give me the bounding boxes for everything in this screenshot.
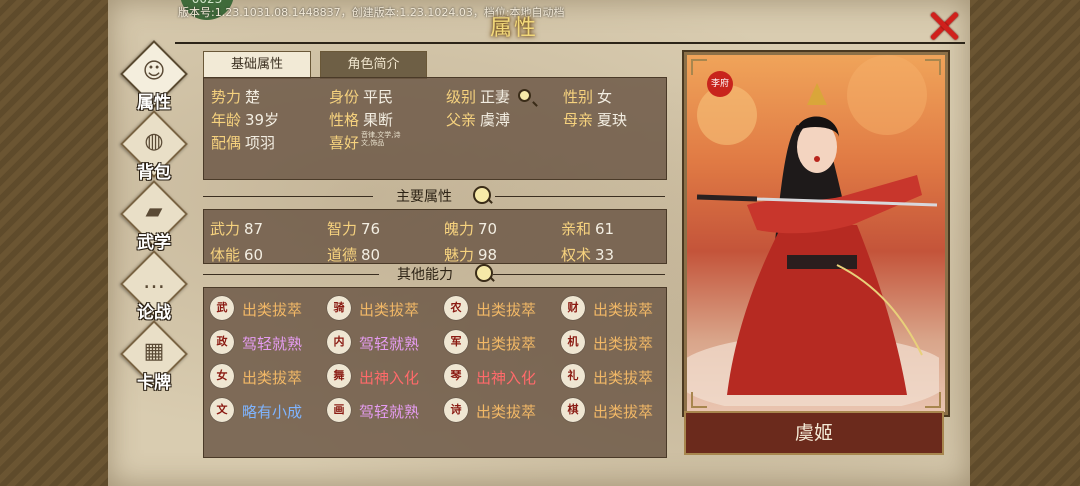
nav-attributes[interactable]: ☺ 属性 (118, 40, 190, 114)
attr-morality: 道德 80 (327, 246, 381, 264)
father-field: 父亲 虞溥 (446, 111, 511, 129)
ability-seal-icon: 财 (561, 296, 585, 320)
attr-intelligence: 智力 76 (327, 220, 381, 238)
other-abilities-search-icon[interactable] (475, 264, 493, 282)
ability-item: 内驾轻就熟 (327, 330, 442, 356)
ability-item: 军出类拔萃 (444, 330, 559, 356)
ability-item: 画驾轻就熟 (327, 398, 442, 424)
right-border (967, 0, 1080, 486)
attr-charm: 魅力 98 (444, 246, 498, 264)
ability-seal-icon: 棋 (561, 398, 585, 422)
ability-level: 出类拔萃 (242, 301, 303, 319)
faction-field: 势力楚 (211, 88, 261, 106)
ability-item: 礼出类拔萃 (561, 364, 676, 390)
ability-item: 财出类拔萃 (561, 296, 676, 322)
spouse-field: 配偶 项羽 (211, 134, 276, 152)
age-field: 年龄 39岁 (211, 111, 280, 129)
left-border (0, 0, 111, 486)
rank-field: 级别 正妻 (446, 88, 511, 106)
ability-item: 武出类拔萃 (210, 296, 325, 322)
ability-seal-icon: 武 (210, 296, 234, 320)
ability-level: 出神入化 (359, 369, 420, 387)
ability-item: 棋出类拔萃 (561, 398, 676, 424)
ability-item: 诗出类拔萃 (444, 398, 559, 424)
mother-field: 母亲 夏玦 (563, 111, 628, 129)
ability-seal-icon: 机 (561, 330, 585, 354)
ability-level: 出类拔萃 (476, 335, 537, 353)
ability-seal-icon: 画 (327, 398, 351, 422)
ability-level: 出类拔萃 (359, 301, 420, 319)
ability-seal-icon: 军 (444, 330, 468, 354)
ability-seal-icon: 文 (210, 398, 234, 422)
ability-seal-icon: 骑 (327, 296, 351, 320)
ability-level: 出神入化 (476, 369, 537, 387)
personality-field: 性格 果断 (329, 111, 394, 129)
attr-stamina: 体能 60 (210, 246, 264, 264)
main-attributes-header: 主要属性 (203, 186, 665, 206)
ability-level: 出类拔萃 (593, 403, 654, 421)
close-button[interactable] (926, 8, 962, 44)
ability-level: 略有小成 (242, 403, 303, 421)
ability-seal-icon: 舞 (327, 364, 351, 388)
page-title: 属性 (490, 16, 539, 41)
attr-affinity: 亲和 61 (561, 220, 615, 238)
cards-icon: ▦ (143, 339, 165, 364)
ability-item: 文略有小成 (210, 398, 325, 424)
character-illustration (687, 55, 945, 412)
ability-seal-icon: 内 (327, 330, 351, 354)
nav-cards[interactable]: ▦ 卡牌 (118, 320, 190, 394)
attr-boldness: 魄力 70 (444, 220, 498, 238)
ability-level: 出类拔萃 (242, 369, 303, 387)
ability-item: 琴出神入化 (444, 364, 559, 390)
ability-item: 舞出神入化 (327, 364, 442, 390)
ability-level: 出类拔萃 (476, 301, 537, 319)
ability-level: 驾轻就熟 (359, 335, 420, 353)
rank-search-icon[interactable] (518, 89, 531, 102)
ability-level: 出类拔萃 (593, 369, 654, 387)
ability-level: 出类拔萃 (593, 301, 654, 319)
tab-basic-attributes[interactable]: 基础属性 (203, 51, 311, 79)
attr-scheming: 权术 33 (561, 246, 615, 264)
nav-debate[interactable]: … 论战 (118, 250, 190, 324)
attr-martial: 武力 87 (210, 220, 264, 238)
ability-seal-icon: 农 (444, 296, 468, 320)
ability-level: 驾轻就熟 (242, 335, 303, 353)
identity-field: 身份 平民 (329, 88, 394, 106)
ability-seal-icon: 诗 (444, 398, 468, 422)
ability-item: 农出类拔萃 (444, 296, 559, 322)
main-attributes-search-icon[interactable] (473, 186, 491, 204)
ability-seal-icon: 琴 (444, 364, 468, 388)
title-divider (175, 42, 965, 44)
ability-item: 骑出类拔萃 (327, 296, 442, 322)
nav-martial[interactable]: ▰ 武学 (118, 180, 190, 254)
hobby-value: 音律,文学,诗文,饰品 (361, 131, 401, 147)
person-icon: ☺ (142, 59, 166, 84)
book-icon: ▰ (145, 199, 163, 224)
ability-item: 机出类拔萃 (561, 330, 676, 356)
character-portrait: 李府 (684, 52, 948, 415)
chat-icon: … (143, 269, 165, 294)
ability-item: 政驾轻就熟 (210, 330, 325, 356)
character-name: 虞姬 (684, 411, 944, 455)
tab-character-bio[interactable]: 角色简介 (320, 51, 427, 79)
hobby-label: 喜好 (329, 134, 360, 152)
gender-field: 性别女 (563, 88, 613, 106)
ability-level: 出类拔萃 (476, 403, 537, 421)
nav-bag[interactable]: ◍ 背包 (118, 110, 190, 184)
ability-level: 出类拔萃 (593, 335, 654, 353)
other-abilities-header: 其他能力 (203, 264, 665, 284)
ability-item: 女出类拔萃 (210, 364, 325, 390)
ability-level: 驾轻就熟 (359, 403, 420, 421)
ability-seal-icon: 政 (210, 330, 234, 354)
bag-icon: ◍ (144, 129, 164, 154)
ability-seal-icon: 礼 (561, 364, 585, 388)
residence-stamp: 李府 (707, 71, 733, 97)
ability-seal-icon: 女 (210, 364, 234, 388)
